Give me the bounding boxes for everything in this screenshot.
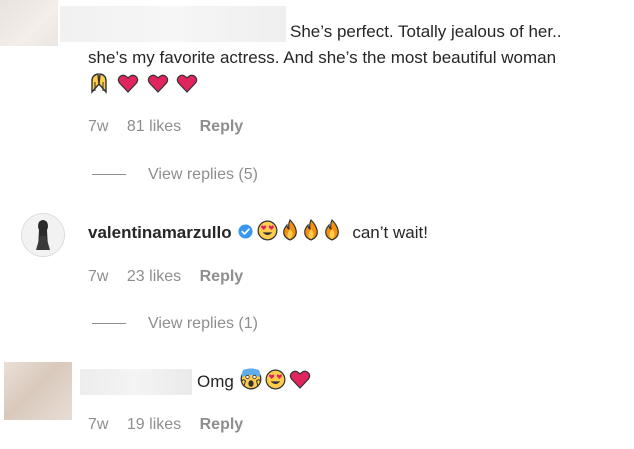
avatar[interactable] [4,362,72,420]
view-replies-label: View replies (1) [148,315,258,332]
comment-emojis [88,72,201,96]
red-heart-emoji [147,74,169,93]
comment-body: valentinamarzullo can’t wait! [88,219,428,246]
fire-emoji [324,219,339,241]
fire-emoji [303,219,318,241]
view-replies-button[interactable]: View replies (1) [92,315,258,333]
username-redacted[interactable] [60,6,286,42]
comment-meta: 7w 81 likes Reply [88,118,257,136]
view-replies-label: View replies (5) [148,166,258,183]
reply-button[interactable]: Reply [200,118,244,135]
timestamp[interactable]: 7w [88,118,108,135]
username-redacted[interactable] [80,369,192,395]
avatar[interactable] [21,213,65,257]
heart-eyes-emoji [265,369,286,390]
comment-text: can’t wait! [352,223,428,242]
fire-emoji [282,219,297,241]
red-heart-emoji [118,74,139,93]
comment-body: Omg [197,368,314,395]
comment-text: Omg [197,372,234,391]
comment-text: She’s perfect. Totally jealous of her.. [290,22,562,41]
folded-hands-emoji [91,73,107,94]
comment-text: she’s my favorite actress. And she’s the… [88,48,557,67]
avatar[interactable] [0,0,58,46]
verified-badge-icon [238,224,253,239]
replies-divider [92,174,126,176]
replies-divider [92,323,126,325]
reply-button[interactable]: Reply [200,268,244,285]
red-heart-emoji [289,370,311,389]
likes-count[interactable]: 19 likes [127,416,181,433]
red-heart-emoji [177,74,198,93]
timestamp[interactable]: 7w [88,416,108,433]
heart-eyes-emoji [257,220,278,241]
view-replies-button[interactable]: View replies (5) [92,166,258,184]
comment-meta: 7w 23 likes Reply [88,268,257,286]
likes-count[interactable]: 81 likes [127,118,181,135]
screaming-face-emoji [240,368,262,390]
username[interactable]: valentinamarzullo [88,223,232,242]
avatar-photo [22,214,64,256]
timestamp[interactable]: 7w [88,268,108,285]
comment-meta: 7w 19 likes Reply [88,416,257,434]
reply-button[interactable]: Reply [200,416,244,433]
likes-count[interactable]: 23 likes [127,268,181,285]
